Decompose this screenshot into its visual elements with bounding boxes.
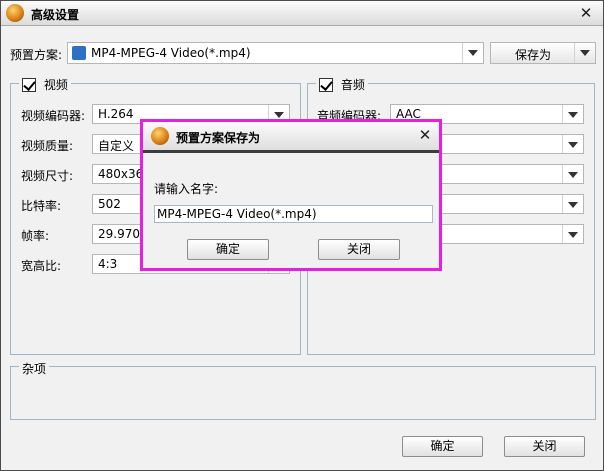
aspect-ratio-label: 宽高比: (21, 259, 62, 273)
dialog-title-bar[interactable]: 预置方案保存为 ✕ (143, 122, 439, 153)
audio-legend: 音频 (316, 76, 368, 93)
bitrate-label: 比特率: (21, 199, 62, 213)
chevron-down-icon[interactable] (562, 105, 583, 123)
framerate-value: 29.970 (98, 227, 140, 241)
misc-legend: 杂项 (19, 360, 50, 377)
ok-button[interactable]: 确定 (402, 436, 483, 457)
dialog-close-button[interactable]: 关闭 (318, 239, 400, 260)
chevron-down-icon[interactable] (462, 43, 483, 63)
chevron-down-icon[interactable] (562, 195, 583, 213)
chevron-down-icon[interactable] (562, 135, 583, 153)
misc-group (10, 366, 596, 420)
video-legend-label: 视频 (43, 78, 68, 92)
chevron-down-icon[interactable] (562, 225, 583, 243)
aspect-ratio-value: 4:3 (98, 257, 118, 271)
audio-legend-label: 音频 (340, 78, 365, 92)
window-title: 高级设置 (31, 8, 80, 22)
preset-label: 预置方案: (10, 48, 63, 62)
video-encoder-value: H.264 (98, 107, 134, 121)
dialog-title: 预置方案保存为 (176, 131, 261, 145)
chevron-down-icon[interactable] (562, 165, 583, 183)
video-quality-value: 自定义 (98, 139, 135, 153)
preset-dropdown[interactable]: MP4-MPEG-4 Video(*.mp4) (67, 42, 484, 64)
video-size-label: 视频尺寸: (21, 169, 74, 183)
preset-value: MP4-MPEG-4 Video(*.mp4) (91, 46, 251, 60)
save-as-button[interactable]: 保存为 (490, 42, 596, 64)
video-quality-label: 视频质量: (21, 139, 74, 153)
bitrate-value: 502 (98, 197, 121, 211)
video-file-icon (72, 46, 86, 60)
close-button[interactable]: 关闭 (504, 436, 585, 457)
app-icon (151, 127, 169, 145)
app-icon (6, 4, 24, 22)
preset-name-input[interactable] (154, 205, 433, 223)
title-bar[interactable]: 高级设置 ✕ (1, 1, 603, 26)
dialog-ok-button[interactable]: 确定 (187, 239, 269, 260)
video-encoder-label: 视频编码器: (21, 109, 86, 123)
advanced-settings-window: 高级设置 ✕ 预置方案: MP4-MPEG-4 Video(*.mp4) 保存为… (0, 0, 604, 471)
close-icon[interactable]: ✕ (417, 127, 433, 143)
name-prompt-label: 请输入名字: (154, 182, 219, 196)
video-legend: 视频 (19, 76, 71, 93)
framerate-label: 帧率: (21, 229, 50, 243)
close-icon[interactable]: ✕ (578, 5, 594, 21)
video-enabled-checkbox[interactable] (22, 77, 36, 92)
save-preset-dialog: 预置方案保存为 ✕ 请输入名字: 确定 关闭 (140, 119, 442, 271)
chevron-down-icon[interactable] (574, 43, 595, 63)
save-as-label: 保存为 (515, 48, 552, 62)
audio-enabled-checkbox[interactable] (319, 77, 333, 92)
